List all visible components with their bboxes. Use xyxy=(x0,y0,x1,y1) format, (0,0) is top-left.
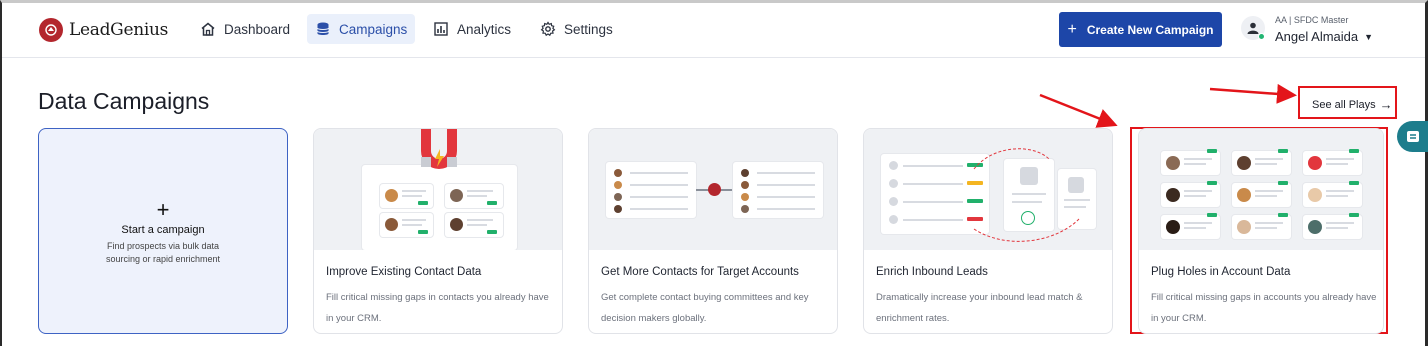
contacts-illustration xyxy=(589,129,837,250)
card-description: Dramatically increase your inbound lead … xyxy=(876,292,1083,324)
inbound-illustration xyxy=(864,129,1112,250)
card-title: Plug Holes in Account Data xyxy=(1151,266,1291,278)
magnet-icon xyxy=(421,129,457,169)
card-title: Get More Contacts for Target Accounts xyxy=(601,266,799,278)
play-card-enrich-inbound[interactable]: Enrich Inbound Leads Dramatically increa… xyxy=(863,128,1113,334)
card-title: Improve Existing Contact Data xyxy=(326,266,482,278)
accounts-grid-illustration xyxy=(1139,129,1383,250)
chat-widget-button[interactable] xyxy=(1397,121,1428,152)
card-title: Enrich Inbound Leads xyxy=(876,266,988,278)
play-card-improve-contact-data[interactable]: Improve Existing Contact Data Fill criti… xyxy=(313,128,563,334)
annotation-arrow-card xyxy=(1039,93,1118,128)
card-description: Fill critical missing gaps in contacts y… xyxy=(326,292,549,324)
annotation-arrow-see-all xyxy=(1209,83,1297,104)
plus-icon: + xyxy=(156,197,170,222)
magnet-illustration xyxy=(314,129,562,250)
card-description: Fill critical missing gaps in accounts y… xyxy=(1151,292,1377,324)
flow-arrows xyxy=(973,148,1080,242)
card-description: Get complete contact buying committees a… xyxy=(601,292,809,324)
play-card-plug-holes[interactable]: Plug Holes in Account Data Fill critical… xyxy=(1138,128,1384,334)
start-campaign-card[interactable]: + Start a campaign Find prospects via bu… xyxy=(38,128,288,334)
chat-icon xyxy=(1406,130,1419,142)
play-card-more-contacts[interactable]: Get More Contacts for Target Accounts Ge… xyxy=(588,128,838,334)
start-campaign-description: Find prospects via bulk data sourcing or… xyxy=(105,241,221,264)
start-campaign-title: Start a campaign xyxy=(121,224,205,236)
